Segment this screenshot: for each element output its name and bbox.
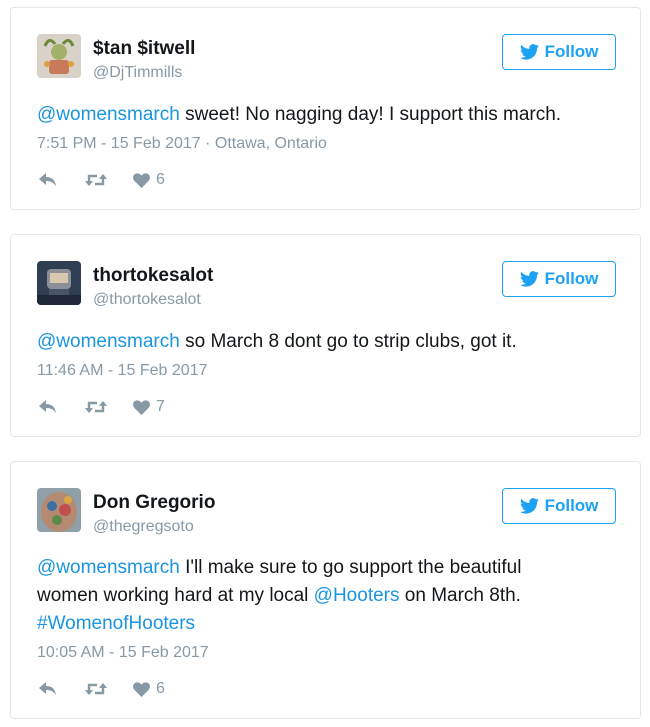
avatar[interactable] (37, 261, 81, 305)
mention-link[interactable]: @womensmarch (37, 104, 180, 125)
reply-icon (39, 682, 56, 695)
tweet-card: $tan $itwell @DjTimmills Follow @womensm… (10, 7, 641, 210)
location[interactable]: Ottawa, Ontario (215, 135, 327, 152)
tweet-text: @womensmarch sweet! No nagging day! I su… (37, 101, 617, 129)
tweet-text-line: #WomenofHooters (37, 610, 617, 638)
follow-button[interactable]: Follow (502, 488, 616, 524)
action-bar: 6 (39, 679, 165, 699)
tweet-card: Don Gregorio @thegregsoto Follow @womens… (10, 461, 641, 719)
like-button[interactable]: 6 (133, 680, 165, 698)
user-handle[interactable]: @DjTimmills (93, 64, 182, 82)
follow-label: Follow (544, 496, 599, 515)
follow-label: Follow (544, 42, 599, 61)
meta-separator: · (205, 135, 215, 152)
avatar[interactable] (37, 488, 81, 532)
reply-icon (39, 173, 56, 186)
tweet-text-body: women working hard at my local (37, 585, 314, 606)
reply-button[interactable] (39, 400, 59, 414)
retweet-icon (85, 174, 107, 186)
tweet-card: thortokesalot @thortokesalot Follow @wom… (10, 234, 641, 437)
timestamp[interactable]: 10:05 AM - 15 Feb 2017 (37, 644, 209, 661)
user-handle[interactable]: @thegregsoto (93, 518, 194, 536)
follow-label: Follow (544, 269, 599, 288)
mention-link[interactable]: @womensmarch (37, 557, 180, 578)
tweet-text-body: I'll make sure to go support the beautif… (179, 557, 522, 578)
user-handle[interactable]: @thortokesalot (93, 291, 201, 309)
like-count: 6 (156, 171, 165, 188)
twitter-bird-icon (519, 271, 539, 287)
action-bar: 6 (39, 170, 165, 190)
action-bar: 7 (39, 397, 165, 417)
twitter-bird-icon (519, 498, 539, 514)
heart-icon (133, 681, 150, 697)
hashtag-link[interactable]: #WomenofHooters (37, 613, 195, 634)
heart-icon (133, 399, 150, 415)
tweet-text: @womensmarch so March 8 dont go to strip… (37, 328, 617, 356)
retweet-button[interactable] (85, 400, 107, 414)
tweet-meta: 11:46 AM - 15 Feb 2017 (37, 362, 207, 380)
timestamp[interactable]: 11:46 AM - 15 Feb 2017 (37, 362, 207, 379)
mention-link[interactable]: @womensmarch (37, 331, 180, 352)
retweet-icon (85, 401, 107, 413)
like-count: 7 (156, 398, 165, 415)
avatar[interactable] (37, 34, 81, 78)
tweet-text-body: on March 8th. (399, 585, 521, 606)
tweet-meta: 10:05 AM - 15 Feb 2017 (37, 644, 209, 662)
reply-icon (39, 400, 56, 413)
mention-link[interactable]: @Hooters (314, 585, 400, 606)
display-name[interactable]: thortokesalot (93, 265, 213, 287)
heart-icon (133, 172, 150, 188)
twitter-bird-icon (519, 44, 539, 60)
like-button[interactable]: 6 (133, 171, 165, 189)
tweet-text: @womensmarch I'll make sure to go suppor… (37, 554, 617, 638)
retweet-button[interactable] (85, 682, 107, 696)
reply-button[interactable] (39, 682, 59, 696)
reply-button[interactable] (39, 173, 59, 187)
display-name[interactable]: $tan $itwell (93, 38, 195, 60)
like-button[interactable]: 7 (133, 398, 165, 416)
follow-button[interactable]: Follow (502, 261, 616, 297)
retweet-icon (85, 683, 107, 695)
tweet-text-line: @womensmarch I'll make sure to go suppor… (37, 554, 617, 582)
timestamp[interactable]: 7:51 PM - 15 Feb 2017 (37, 135, 201, 152)
tweet-text-body: sweet! No nagging day! I support this ma… (179, 104, 562, 125)
tweet-meta: 7:51 PM - 15 Feb 2017 · Ottawa, Ontario (37, 135, 327, 153)
follow-button[interactable]: Follow (502, 34, 616, 70)
display-name[interactable]: Don Gregorio (93, 492, 215, 514)
tweet-text-body: so March 8 dont go to strip clubs, got i… (179, 331, 517, 352)
tweet-text-line: women working hard at my local @Hooters … (37, 582, 617, 610)
retweet-button[interactable] (85, 173, 107, 187)
like-count: 6 (156, 680, 165, 697)
